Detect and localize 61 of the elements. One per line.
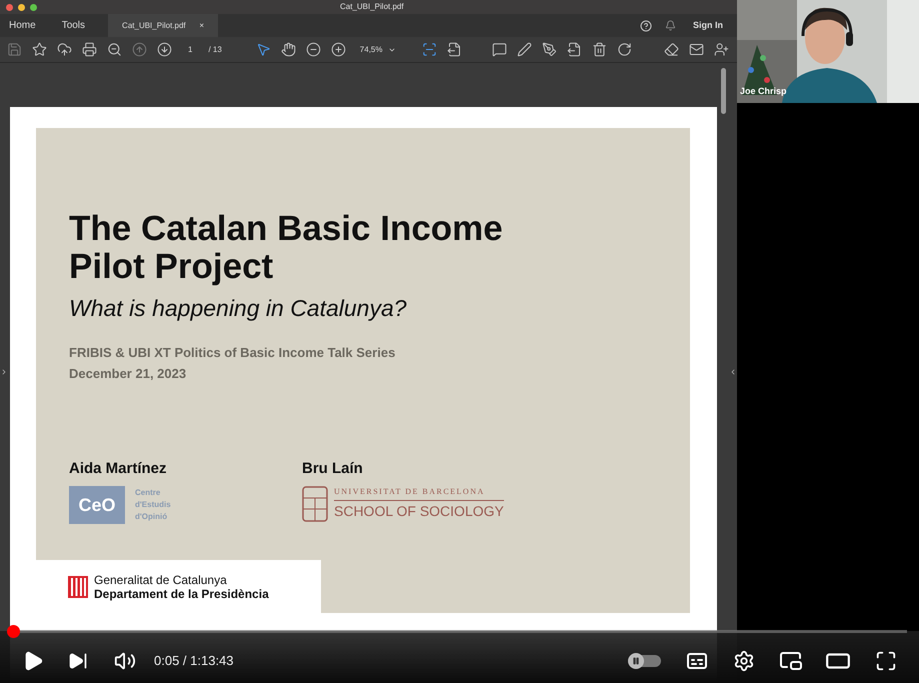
star-icon[interactable] — [32, 42, 47, 57]
trash-icon[interactable] — [592, 42, 608, 57]
time-display: 0:05 / 1:13:43 — [154, 652, 234, 670]
hand-icon[interactable] — [280, 42, 296, 57]
org-name-line: Centre — [135, 487, 162, 499]
ceo-logo: CeO — [69, 486, 125, 524]
zoom-window-button[interactable] — [30, 4, 37, 10]
slide-subtitle: What is happening in Catalunya? — [69, 294, 408, 323]
zoom-out-icon[interactable] — [107, 42, 122, 57]
zoom-plus-icon[interactable] — [330, 42, 346, 57]
export-icon[interactable] — [567, 42, 582, 57]
author-name: Aida Martínez — [69, 458, 168, 478]
participant-name: Joe Chrisp — [740, 84, 787, 98]
department-name: Departament de la Presidència — [94, 586, 269, 600]
help-icon[interactable] — [640, 20, 652, 32]
event-name: FRIBIS & UBI XT Politics of Basic Income Talk Series — [69, 344, 396, 362]
comment-icon[interactable] — [492, 42, 508, 57]
pointer-icon[interactable] — [256, 42, 271, 57]
next-icon[interactable] — [68, 650, 88, 670]
save-icon[interactable] — [7, 42, 22, 57]
zoom-level-field[interactable]: 74,5% — [360, 44, 396, 56]
university-crest-icon — [302, 486, 328, 522]
school-name: SCHOOL OF SOCIOLOGY — [334, 502, 504, 521]
fit-page-icon[interactable] — [422, 42, 438, 57]
close-tab-button[interactable]: × — [199, 20, 204, 32]
sign-pen-icon[interactable] — [542, 42, 558, 57]
org-name-line: d'Estudis — [135, 499, 171, 511]
document-tab[interactable]: Cat_UBI_Pilot.pdf × — [108, 14, 218, 37]
sign-in-button[interactable]: Sign In — [693, 18, 723, 32]
progress-thumb[interactable] — [6, 625, 20, 638]
print-icon[interactable] — [82, 42, 97, 57]
catalonia-flag-icon — [68, 576, 88, 598]
left-panel-handle-icon[interactable] — [0, 368, 8, 376]
author-name: Bru Laín — [302, 458, 364, 478]
minimize-window-button[interactable] — [18, 4, 25, 10]
event-date: December 21, 2023 — [69, 365, 188, 383]
zoom-minus-icon[interactable] — [306, 42, 321, 57]
settings-icon[interactable] — [733, 650, 755, 672]
university-name: UNIVERSITAT DE BARCELONA — [334, 486, 504, 501]
previous-page-icon[interactable] — [132, 42, 147, 57]
add-user-icon[interactable] — [714, 42, 729, 57]
page-total: / 13 — [208, 44, 222, 56]
nav-tab[interactable]: Tools — [60, 18, 86, 33]
mail-icon[interactable] — [689, 42, 704, 57]
highlight-pen-icon[interactable] — [517, 42, 532, 57]
rotate-icon[interactable] — [617, 42, 632, 57]
eraser-icon[interactable] — [664, 42, 679, 57]
next-page-icon[interactable] — [157, 42, 172, 57]
window-title: Cat_UBI_Pilot.pdf — [340, 1, 404, 13]
autoplay-toggle[interactable] — [628, 654, 661, 666]
cloud-upload-icon[interactable] — [57, 42, 72, 57]
slide-title: The Catalan Basic Income Pilot Project — [69, 210, 504, 286]
page-number-field[interactable]: 1 — [188, 44, 192, 56]
fullscreen-icon[interactable] — [875, 650, 897, 672]
pause-icon — [632, 656, 640, 664]
government-name: Generalitat de Catalunya — [94, 572, 228, 586]
org-name-line: d'Opinió — [135, 511, 168, 523]
close-window-button[interactable] — [6, 4, 13, 10]
nav-tab[interactable]: Home — [8, 18, 37, 33]
right-panel-handle-icon[interactable] — [729, 368, 737, 376]
bell-icon[interactable] — [665, 20, 676, 31]
